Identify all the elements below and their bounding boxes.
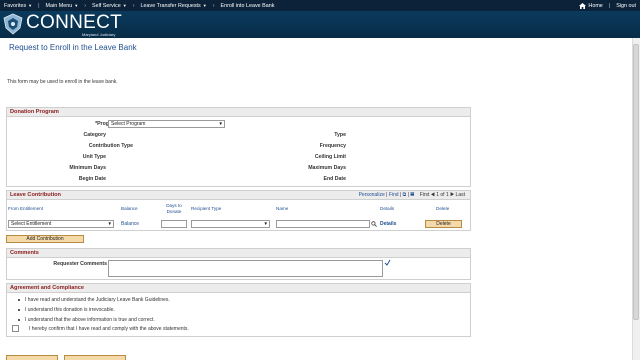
home-icon xyxy=(579,2,587,9)
breadcrumb: Favorites ▼ | Main Menu ▼ › Self Service ▼ … xyxy=(0,0,278,11)
grid-toolbar: Leave Contribution Personalize | Find | … xyxy=(7,191,470,200)
confirm-checkbox[interactable] xyxy=(12,325,19,332)
logo-subtitle: Maryland Judiciary xyxy=(82,32,116,37)
chevron-down-icon: ▼ xyxy=(218,121,223,126)
spellcheck-icon[interactable] xyxy=(384,259,391,266)
bullet xyxy=(18,299,20,301)
leave-transfer-menu[interactable]: Leave Transfer Requests ▼ xyxy=(137,0,211,11)
submit-button[interactable] xyxy=(6,355,58,360)
lookup-icon[interactable] xyxy=(371,221,377,227)
bullet xyxy=(18,319,20,321)
chevron-down-icon: ▼ xyxy=(74,3,79,8)
donation-program-section: Donation Program *Program Name Select Pr… xyxy=(6,107,471,187)
self-service-menu[interactable]: Self Service ▼ xyxy=(88,0,131,11)
agreement-section: Agreement and Compliance I have read and… xyxy=(6,283,471,337)
statement-true-correct: I understand that the above information … xyxy=(25,317,155,323)
view-all-icon[interactable]: ⧉ xyxy=(403,192,407,198)
nav-actions: Home | Sign out xyxy=(575,0,640,11)
main-menu-label: Main Menu xyxy=(45,2,73,9)
delete-button[interactable]: Delete xyxy=(425,220,462,228)
ceiling-limit-label: Ceiling Limit xyxy=(314,154,346,160)
cancel-button[interactable] xyxy=(64,355,126,360)
statement-irrevocable: I understand this donation is irrevocabl… xyxy=(25,307,115,313)
minimum-days-label: Minimum Days xyxy=(69,165,106,171)
chevron-down-icon: ▼ xyxy=(263,221,268,226)
add-contribution-button[interactable]: Add Contribution xyxy=(6,235,84,243)
col-delete[interactable]: Delete xyxy=(436,206,449,220)
chevron-down-icon: ▼ xyxy=(107,221,112,226)
section-header: Comments xyxy=(7,249,470,258)
section-header: Donation Program xyxy=(7,108,470,117)
main-menu[interactable]: Main Menu ▼ xyxy=(42,0,83,11)
find-link[interactable]: Find xyxy=(389,192,399,198)
leave-transfer-label: Leave Transfer Requests xyxy=(140,2,201,9)
program-select-value: Select Program xyxy=(111,121,146,127)
chevron-down-icon: ▼ xyxy=(28,3,33,8)
col-from-entitlement[interactable]: From Entitlement xyxy=(8,206,43,220)
bullet xyxy=(18,309,20,311)
details-link[interactable]: Details xyxy=(380,221,396,227)
home-label: Home xyxy=(588,2,603,9)
page-title: Request to Enroll in the Leave Bank xyxy=(9,43,137,52)
days-to-donate-input[interactable] xyxy=(161,220,187,228)
home-link[interactable]: Home xyxy=(575,0,606,11)
name-input[interactable] xyxy=(276,220,370,228)
program-name-select[interactable]: Select Program ▼ xyxy=(108,120,225,128)
comments-section: Comments Requester Comments xyxy=(6,248,471,280)
confirm-label: I hereby confirm that I have read and co… xyxy=(29,326,189,332)
logo-text: CONNECT xyxy=(26,12,123,33)
self-service-label: Self Service xyxy=(91,2,121,9)
entitlement-value: Select Entitlement xyxy=(11,221,52,227)
grid-download-icon[interactable]: ▦ xyxy=(410,192,414,198)
requester-comments-textarea[interactable] xyxy=(108,260,383,277)
scrollbar-thumb[interactable] xyxy=(633,44,639,320)
enroll-leave-bank-crumb[interactable]: Enroll into Leave Bank xyxy=(217,0,279,11)
chevron-down-icon: ▼ xyxy=(122,3,127,8)
col-days-to-donate[interactable]: Days to Donate xyxy=(160,203,188,217)
intro-text: This form may be used to enroll in the l… xyxy=(7,79,118,85)
unit-type-label: Unit Type xyxy=(82,154,106,160)
first-label[interactable]: First xyxy=(420,192,430,198)
category-label: Category xyxy=(83,132,107,138)
col-balance[interactable]: Balance xyxy=(121,206,138,220)
frequency-label: Frequency xyxy=(319,143,346,149)
requester-comments-label: Requester Comments xyxy=(53,261,107,267)
recipient-type-select[interactable]: ▼ xyxy=(191,220,270,228)
header-banner: CONNECT Maryland Judiciary xyxy=(0,11,640,38)
grid-title: Leave Contribution xyxy=(10,192,61,198)
end-date-label: End Date xyxy=(323,176,346,182)
maximum-days-label: Maximum Days xyxy=(308,165,346,171)
col-details[interactable]: Details xyxy=(380,206,394,220)
leave-contribution-grid: Leave Contribution Personalize | Find | … xyxy=(6,190,471,231)
col-name[interactable]: Name xyxy=(276,206,288,220)
first-arrow-icon[interactable]: ◀ xyxy=(431,192,435,198)
col-recipient-type[interactable]: Recipient Type xyxy=(191,206,221,220)
balance-link[interactable]: Balance xyxy=(121,221,139,227)
favorites-menu[interactable]: Favorites ▼ xyxy=(0,0,36,11)
favorites-label: Favorites xyxy=(4,2,27,9)
page-range: 1 of 1 xyxy=(436,192,449,198)
signout-link[interactable]: Sign out xyxy=(612,0,640,11)
seal-logo-icon xyxy=(3,13,23,35)
section-header: Agreement and Compliance xyxy=(7,284,470,293)
grid-tools: Personalize | Find | ⧉ | ▦ First ◀ 1 of … xyxy=(359,192,465,198)
last-label[interactable]: Last xyxy=(456,192,465,198)
statement-guidelines: I have read and understand the Judiciary… xyxy=(25,297,170,303)
contribution-type-label: Contribution Type xyxy=(88,143,133,149)
personalize-link[interactable]: Personalize xyxy=(359,192,385,198)
chevron-down-icon: ▼ xyxy=(202,3,207,8)
top-navigation: Favorites ▼ | Main Menu ▼ › Self Service ▼ … xyxy=(0,0,640,11)
begin-date-label: Begin Date xyxy=(78,176,106,182)
last-arrow-icon[interactable]: ▶ xyxy=(450,192,454,198)
type-label: Type xyxy=(334,132,346,138)
entitlement-select[interactable]: Select Entitlement ▼ xyxy=(8,220,114,228)
